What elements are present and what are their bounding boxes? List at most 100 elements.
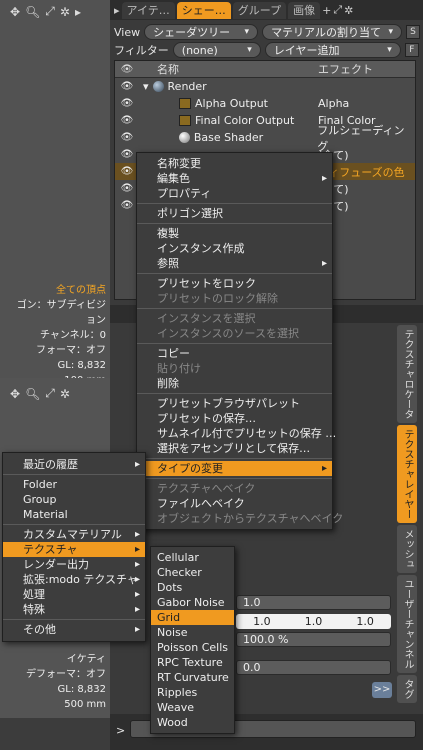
tab-tags[interactable]: タグ <box>397 675 417 703</box>
texture-menu-item[interactable]: Grid <box>151 610 234 625</box>
f-button[interactable]: F <box>404 43 419 57</box>
context-menu-item[interactable]: インスタンス作成 <box>137 241 332 256</box>
context-menu-item[interactable]: 削除 <box>137 376 332 391</box>
viewport-top[interactable]: ✥ 🔍︎ ⤢ ✲ ▸ 全ての頂点 ゴン：サブディビジョン チャンネル：0 フォー… <box>0 0 110 386</box>
vector-y[interactable]: 1.0 <box>305 615 323 628</box>
tab-texture-layer[interactable]: テクスチャレイヤー <box>397 425 417 523</box>
eye-icon[interactable]: 👁︎ <box>115 81 139 92</box>
output-icon <box>179 98 191 109</box>
context-menu-item[interactable]: プリセットブラウザパレット <box>137 396 332 411</box>
context-menu-item[interactable]: 名称変更 <box>137 156 332 171</box>
context-menu-item: テクスチャへベイク <box>157 482 256 495</box>
gear-icon[interactable]: ✲ <box>60 5 70 19</box>
zoom-icon[interactable]: 🔍︎ <box>25 5 40 19</box>
view-dropdown[interactable]: シェーダツリー <box>144 24 259 40</box>
context-menu-item[interactable]: ファイルへベイク <box>137 496 332 511</box>
add-tab-icon[interactable]: + <box>322 4 331 17</box>
viewport-info: 全ての頂点 ゴン：サブディビジョン チャンネル：0 フォーマ：オフ GL: 8,… <box>10 283 110 388</box>
texture-menu-item[interactable]: RT Curvature <box>151 670 234 685</box>
context-menu-item[interactable]: 複製 <box>137 226 332 241</box>
menu-separator <box>137 203 332 204</box>
percent-field[interactable]: 100.0 % <box>236 632 391 647</box>
type-menu-item[interactable]: 拡張:modo テクスチャ <box>3 572 145 587</box>
eye-icon[interactable]: 👁︎ <box>115 115 139 126</box>
info-line: イケティ <box>66 654 106 665</box>
texture-menu-item[interactable]: Wood <box>151 715 234 730</box>
context-menu-item: インスタンスを選択 <box>157 312 256 325</box>
eye-icon[interactable]: 👁︎ <box>115 132 139 143</box>
texture-menu-item[interactable]: Poisson Cells <box>151 640 234 655</box>
tab-mesh[interactable]: メッシュ <box>397 525 417 573</box>
texture-menu-item[interactable]: Checker <box>151 565 234 580</box>
gear-icon[interactable]: ✲ <box>344 4 353 17</box>
maximize-icon[interactable]: ⤢ <box>333 3 342 17</box>
move-icon[interactable]: ✥ <box>10 387 20 401</box>
vector-x[interactable]: 1.0 <box>253 615 271 628</box>
context-menu-item[interactable]: 選択をアセンブリとして保存… <box>137 441 332 456</box>
context-menu-item[interactable]: プリセットをロック <box>137 276 332 291</box>
type-menu-item[interactable]: Material <box>3 507 145 522</box>
value-field[interactable]: 1.0 <box>236 595 391 610</box>
type-menu-item[interactable]: Folder <box>3 477 145 492</box>
texture-menu-item[interactable]: Cellular <box>151 550 234 565</box>
tree-row[interactable]: 👁︎ Base Shader フルシェーディング <box>115 124 415 153</box>
output-icon <box>179 115 191 126</box>
texture-menu-item[interactable]: Weave <box>151 700 234 715</box>
type-menu-item[interactable]: その他 <box>3 622 145 637</box>
maximize-icon[interactable]: ⤢ <box>45 4 55 19</box>
filter-dropdown[interactable]: (none) <box>172 42 261 58</box>
tab-images[interactable]: 画像 <box>288 1 321 19</box>
context-menu-item[interactable]: コピー <box>137 346 332 361</box>
vector-z[interactable]: 1.0 <box>356 615 374 628</box>
texture-menu-item[interactable]: Dots <box>151 580 234 595</box>
expand-button[interactable]: >> <box>372 682 392 698</box>
tab-groups[interactable]: グループ <box>232 1 287 19</box>
tab-items[interactable]: アイテ… <box>121 1 175 19</box>
context-menu-item[interactable]: プリセットの保存… <box>137 411 332 426</box>
context-menu-item[interactable]: ポリゴン選択 <box>137 206 332 221</box>
add-layer-dropdown[interactable]: レイヤー追加 <box>264 42 401 58</box>
row-name: Render <box>167 80 207 93</box>
render-icon <box>152 81 164 92</box>
type-menu-item[interactable]: Group <box>3 492 145 507</box>
value-field[interactable]: 0.0 <box>236 660 391 675</box>
context-menu-item[interactable]: プロパティ <box>137 186 332 201</box>
tree-row[interactable]: 👁︎ Alpha Output Alpha <box>115 95 415 112</box>
context-menu-item[interactable]: サムネイル付でプリセットの保存 … <box>137 426 336 441</box>
context-menu-item[interactable]: 参照 <box>137 256 332 271</box>
context-menu-item: プリセットのロック解除 <box>157 292 278 305</box>
tree-row[interactable]: 👁︎ ▾ Render <box>115 78 415 95</box>
collapse-icon[interactable]: ▾ <box>143 80 149 93</box>
play-icon[interactable]: ▸ <box>75 5 81 19</box>
column-name[interactable]: 名称 <box>139 61 314 77</box>
eye-icon[interactable]: 👁︎ <box>115 98 139 109</box>
tab-texture-locator[interactable]: テクスチャロケータ <box>397 325 417 423</box>
type-menu-item[interactable]: 最近の履歴 <box>3 457 145 472</box>
type-menu-item[interactable]: テクスチャ <box>3 542 145 557</box>
menu-separator <box>3 524 145 525</box>
chevron-icon[interactable]: ▸ <box>114 4 120 17</box>
tab-shader[interactable]: シェー… <box>176 1 231 19</box>
maximize-icon[interactable]: ⤢ <box>45 386 55 401</box>
gear-icon[interactable]: ✲ <box>60 387 70 401</box>
texture-submenu: Cellular Checker Dots Gabor Noise Grid Noise P… <box>150 546 235 734</box>
zoom-icon[interactable]: 🔍︎ <box>25 387 40 401</box>
eye-icon: 👁︎ <box>120 63 134 75</box>
type-menu-item[interactable]: 特殊 <box>3 602 145 617</box>
type-menu-item[interactable]: 処理 <box>3 587 145 602</box>
texture-menu-item[interactable]: RPC Texture <box>151 655 234 670</box>
tab-user-channels[interactable]: ユーザーチャンネル <box>397 575 417 673</box>
context-menu-item[interactable]: 編集色 <box>137 171 332 186</box>
assign-material-dropdown[interactable]: マテリアルの割り当て <box>262 24 402 40</box>
column-effect[interactable]: エフェクト <box>314 61 373 77</box>
move-icon[interactable]: ✥ <box>10 5 20 19</box>
type-menu-item[interactable]: レンダー出力 <box>3 557 145 572</box>
viewport-toolbar: ✥ 🔍︎ ⤢ ✲ ▸ <box>10 4 81 19</box>
s-button[interactable]: S <box>406 25 420 39</box>
texture-menu-item[interactable]: Ripples <box>151 685 234 700</box>
vector-field[interactable]: 1.0 1.0 1.0 <box>236 614 391 629</box>
texture-menu-item[interactable]: Noise <box>151 625 234 640</box>
context-menu-item[interactable]: タイプの変更 <box>137 461 332 476</box>
texture-menu-item[interactable]: Gabor Noise <box>151 595 234 610</box>
type-menu-item[interactable]: カスタムマテリアル <box>3 527 145 542</box>
